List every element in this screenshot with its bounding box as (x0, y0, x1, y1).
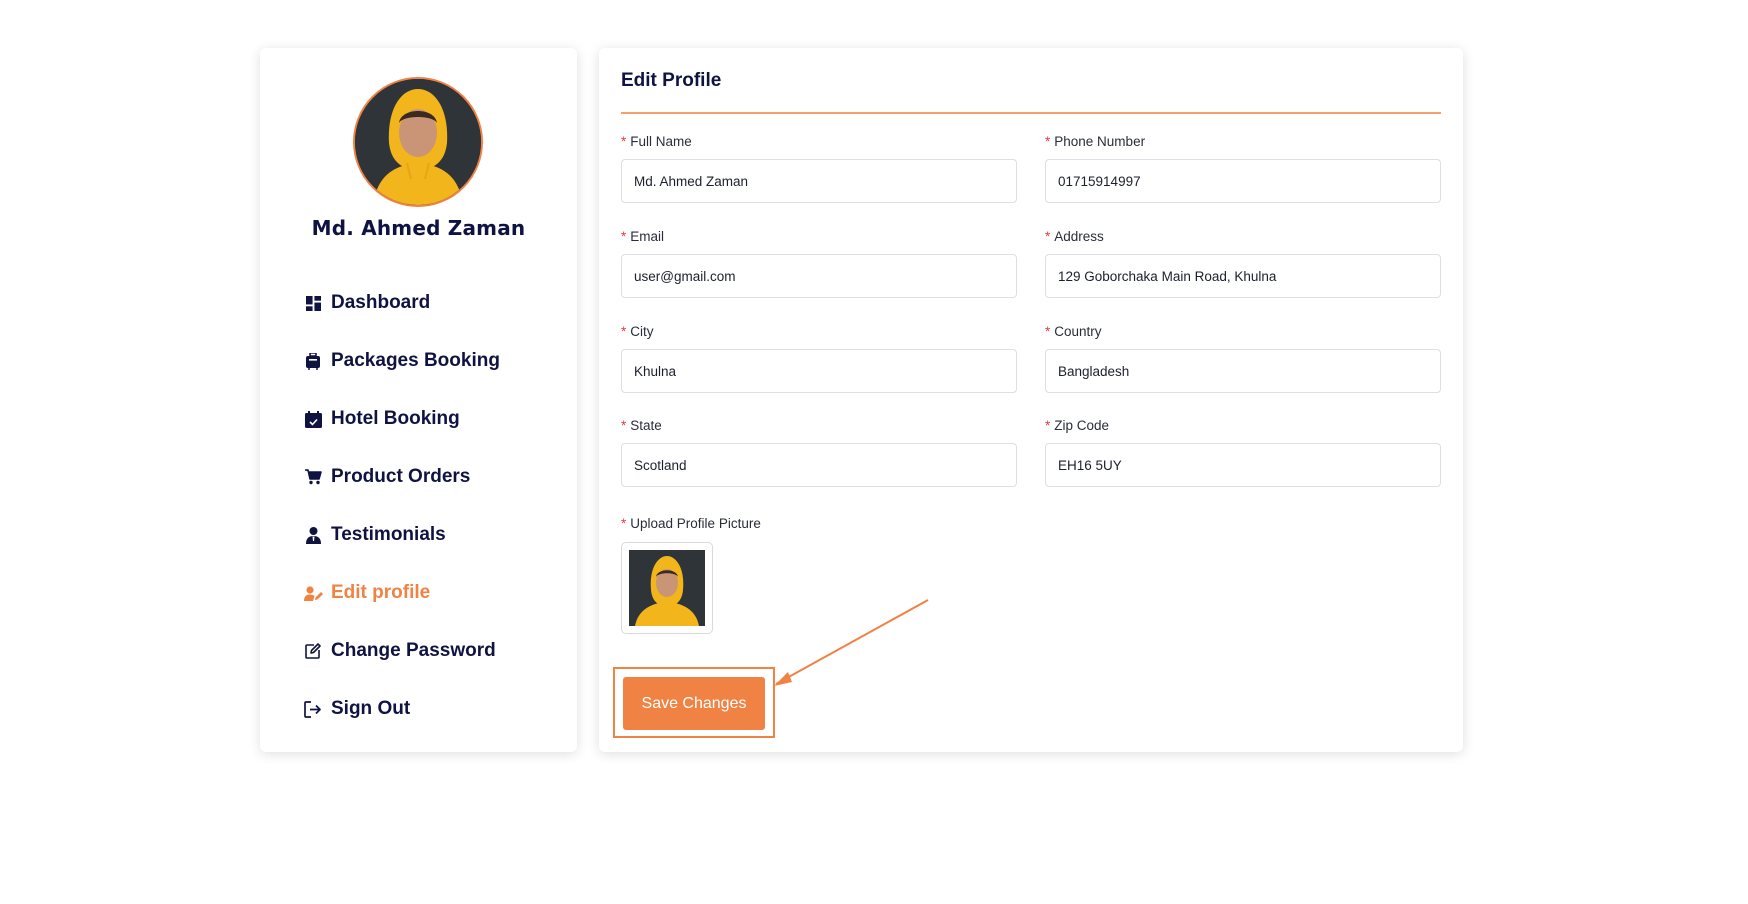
country-field-group: * Country (1045, 323, 1441, 393)
sidebar-item-packages-booking[interactable]: Packages Booking (303, 332, 563, 390)
zip-label: Zip Code (1054, 418, 1110, 433)
profile-picture-upload[interactable] (621, 542, 713, 634)
sidebar-item-label: Change Password (331, 640, 496, 661)
sidebar-item-label: Sign Out (331, 698, 411, 719)
required-mark: * (1045, 229, 1051, 244)
phone-label: Phone Number (1054, 134, 1146, 149)
sidebar-item-sign-out[interactable]: Sign Out (303, 680, 563, 738)
required-mark: * (1045, 418, 1051, 433)
full-name-input[interactable] (621, 159, 1017, 203)
required-mark: * (1045, 134, 1051, 149)
profile-picture-thumbnail (629, 550, 705, 626)
zip-input[interactable] (1045, 443, 1441, 487)
sidebar-item-dashboard[interactable]: Dashboard (303, 274, 563, 332)
sidebar-item-label: Testimonials (331, 524, 446, 545)
title-divider (621, 112, 1441, 114)
full-name-label: Full Name (630, 134, 692, 149)
annotation-arrow (774, 599, 929, 686)
sidebar-item-testimonials[interactable]: Testimonials (303, 506, 563, 564)
cart-icon (303, 467, 323, 487)
pencil-square-icon (303, 641, 323, 661)
email-label: Email (630, 229, 665, 244)
city-input[interactable] (621, 349, 1017, 393)
city-label: City (630, 324, 654, 339)
page: Md. Ahmed Zaman Dashboard Packages Booki… (0, 0, 1748, 904)
avatar-photo (355, 79, 481, 205)
sidebar-item-label: Product Orders (331, 466, 471, 487)
sidebar-item-label: Edit profile (331, 582, 431, 603)
save-changes-button[interactable]: Save Changes (623, 677, 765, 730)
country-input[interactable] (1045, 349, 1441, 393)
phone-field-group: * Phone Number (1045, 133, 1441, 203)
luggage-icon (303, 351, 323, 371)
state-input[interactable] (621, 443, 1017, 487)
required-mark: * (1045, 324, 1051, 339)
sidebar-item-label: Packages Booking (331, 350, 500, 371)
phone-input[interactable] (1045, 159, 1441, 203)
avatar (353, 77, 483, 207)
sidebar-item-product-orders[interactable]: Product Orders (303, 448, 563, 506)
page-title: Edit Profile (621, 70, 722, 91)
sidebar-nav: Dashboard Packages Booking Hotel Booking… (303, 274, 563, 738)
sidebar-item-change-password[interactable]: Change Password (303, 622, 563, 680)
user-tie-icon (303, 525, 323, 545)
profile-sidebar: Md. Ahmed Zaman Dashboard Packages Booki… (260, 48, 577, 752)
zip-field-group: * Zip Code (1045, 417, 1441, 487)
sign-out-icon (303, 699, 323, 719)
sidebar-item-edit-profile[interactable]: Edit profile (303, 564, 563, 622)
calendar-check-icon (303, 409, 323, 429)
required-mark: * (621, 134, 627, 149)
profile-name: Md. Ahmed Zaman (311, 216, 526, 240)
upload-label: Upload Profile Picture (630, 516, 761, 531)
full-name-field-group: * Full Name (621, 133, 1017, 203)
required-mark: * (621, 516, 627, 531)
country-label: Country (1054, 324, 1102, 339)
required-mark: * (621, 324, 627, 339)
state-label: State (630, 418, 662, 433)
dashboard-icon (303, 293, 323, 313)
email-field-group: * Email (621, 228, 1017, 298)
email-input[interactable] (621, 254, 1017, 298)
save-button-highlight: Save Changes (613, 667, 775, 738)
sidebar-item-label: Hotel Booking (331, 408, 460, 429)
state-field-group: * State (621, 417, 1017, 487)
address-label: Address (1054, 229, 1104, 244)
upload-field-group: * Upload Profile Picture (621, 515, 761, 634)
sidebar-item-hotel-booking[interactable]: Hotel Booking (303, 390, 563, 448)
sidebar-item-label: Dashboard (331, 292, 431, 313)
edit-profile-card: Edit Profile *Full Name *Phone Number *E… (599, 48, 1463, 752)
required-mark: * (621, 418, 627, 433)
address-field-group: * Address (1045, 228, 1441, 298)
address-input[interactable] (1045, 254, 1441, 298)
user-edit-icon (303, 583, 323, 603)
city-field-group: * City (621, 323, 1017, 393)
required-mark: * (621, 229, 627, 244)
